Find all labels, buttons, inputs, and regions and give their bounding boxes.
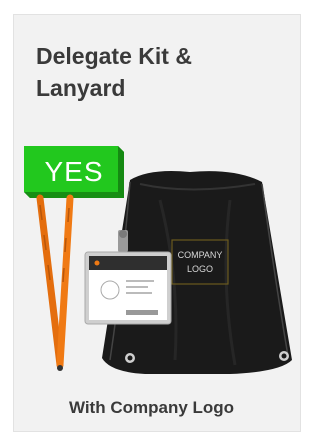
lanyard-icon	[36, 194, 74, 371]
product-illustration: COMPANY LOGO	[36, 171, 292, 374]
bag-logo-line1: COMPANY	[178, 250, 223, 260]
product-title: Delegate Kit & Lanyard	[36, 43, 192, 101]
product-caption: With Company Logo	[68, 398, 235, 417]
bag-logo-line2: LOGO	[187, 264, 213, 274]
